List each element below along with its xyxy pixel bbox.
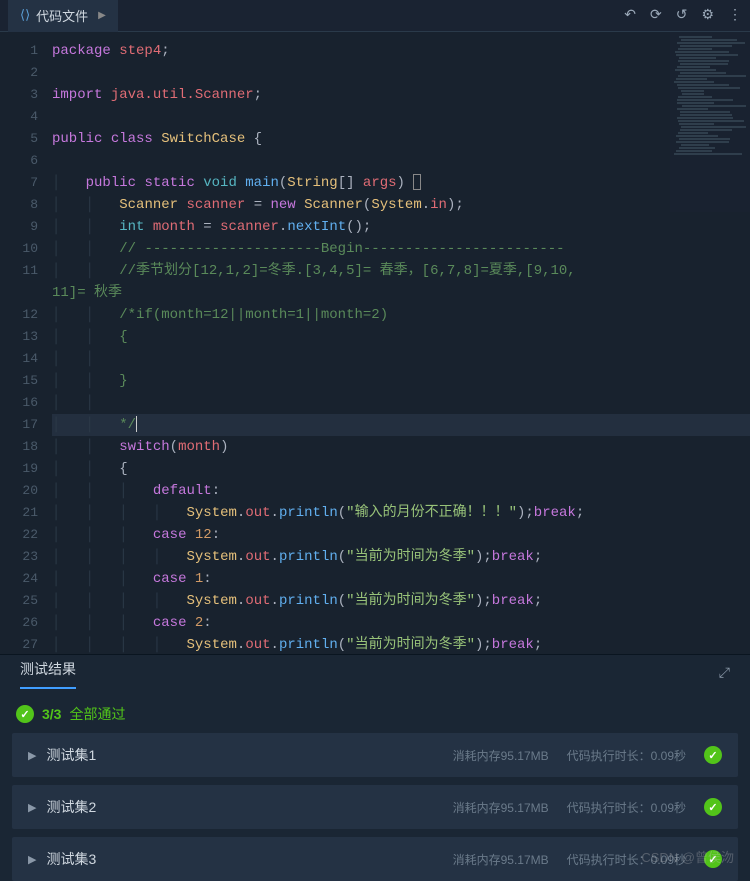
- top-bar: ⟨⟩ 代码文件 ▶ ↶ ⟳ ↺ ⚙ ⋮: [0, 0, 750, 32]
- chevron-right-icon: ▶: [28, 801, 36, 814]
- history-icon[interactable]: ↺: [676, 7, 688, 24]
- test-name: 测试集3: [46, 849, 96, 869]
- refresh-icon[interactable]: ⟳: [650, 7, 662, 24]
- minimap[interactable]: [670, 32, 750, 212]
- check-icon: ✓: [16, 705, 34, 723]
- pass-text: 全部通过: [69, 704, 125, 724]
- expand-icon[interactable]: ⤢: [719, 666, 730, 682]
- check-icon: ✓: [704, 746, 722, 764]
- test-time: 代码执行时长：0.09秒: [567, 799, 686, 816]
- chevron-right-icon: ▶: [28, 749, 36, 762]
- test-memory: 消耗内存95.17MB: [453, 851, 549, 868]
- tab-label: 代码文件: [36, 6, 88, 25]
- test-time: 代码执行时长：0.09秒: [567, 747, 686, 764]
- test-name: 测试集2: [46, 797, 96, 817]
- results-panel: 测试结果 ⤢ ✓ 3/3 全部通过 ▶ 测试集1 消耗内存95.17MB 代码执行时长…: [0, 654, 750, 881]
- file-tab[interactable]: ⟨⟩ 代码文件 ▶: [8, 0, 118, 32]
- chevron-right-icon: ▶: [28, 853, 36, 866]
- pass-count: 3/3: [42, 706, 61, 722]
- test-memory: 消耗内存95.17MB: [453, 799, 549, 816]
- line-gutter: 1234567891011121314151617181920212223242…: [0, 32, 52, 654]
- test-row[interactable]: ▶ 测试集2 消耗内存95.17MB 代码执行时长：0.09秒 ✓: [12, 785, 738, 829]
- gear-icon[interactable]: ⚙: [701, 7, 714, 24]
- results-header: 测试结果 ⤢: [0, 655, 750, 695]
- code-editor[interactable]: 1234567891011121314151617181920212223242…: [0, 32, 750, 654]
- test-name: 测试集1: [46, 745, 96, 765]
- test-list: ▶ 测试集1 消耗内存95.17MB 代码执行时长：0.09秒 ✓ ▶ 测试集2 消耗内存95…: [0, 733, 750, 881]
- more-icon[interactable]: ⋮: [728, 7, 742, 24]
- test-memory: 消耗内存95.17MB: [453, 747, 549, 764]
- undo-icon[interactable]: ↶: [624, 7, 636, 24]
- watermark: CSDN @曾侯沕: [641, 847, 734, 866]
- test-row[interactable]: ▶ 测试集1 消耗内存95.17MB 代码执行时长：0.09秒 ✓: [12, 733, 738, 777]
- code-icon: ⟨⟩: [20, 8, 30, 23]
- results-tab[interactable]: 测试结果: [20, 659, 76, 689]
- code-area[interactable]: package step4;import java.util.Scanner;p…: [52, 32, 750, 654]
- chevron-right-icon: ▶: [98, 10, 106, 22]
- check-icon: ✓: [704, 798, 722, 816]
- toolbar-actions: ↶ ⟳ ↺ ⚙ ⋮: [624, 7, 742, 24]
- results-summary: ✓ 3/3 全部通过: [0, 695, 750, 733]
- test-row[interactable]: ▶测试集3消耗内存95.17MB代码执行时长：0.09秒✓: [12, 837, 738, 881]
